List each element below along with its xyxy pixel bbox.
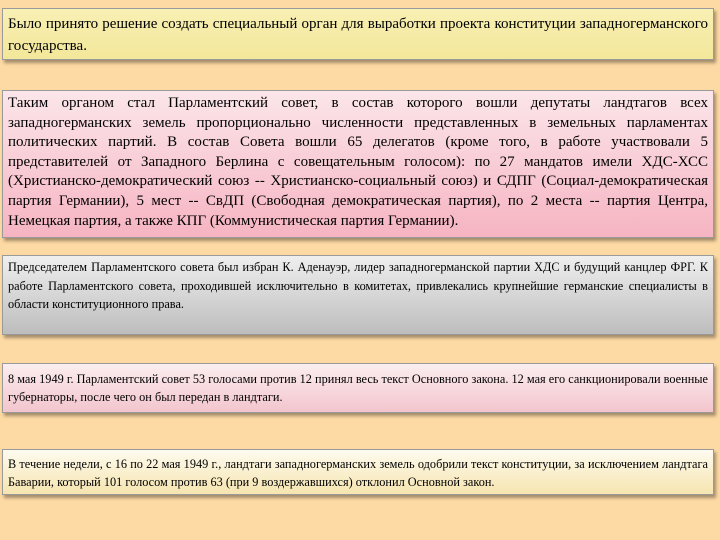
text-block-parliamentary-council-text: Таким органом стал Парламентский совет, … bbox=[8, 95, 708, 229]
text-block-adoption-text: 8 мая 1949 г. Парламентский совет 53 гол… bbox=[8, 372, 708, 404]
text-block-adoption: 8 мая 1949 г. Парламентский совет 53 гол… bbox=[2, 363, 714, 413]
text-block-parliamentary-council: Таким органом стал Парламентский совет, … bbox=[2, 90, 714, 238]
text-block-decision: Было принято решение создать специальный… bbox=[2, 8, 714, 60]
text-block-chairman-text: Председателем Парламентского совета был … bbox=[8, 260, 708, 311]
text-block-chairman: Председателем Парламентского совета был … bbox=[2, 255, 714, 335]
text-block-ratification-text: В течение недели, с 16 по 22 мая 1949 г.… bbox=[8, 457, 708, 489]
text-block-decision-text: Было принято решение создать специальный… bbox=[8, 16, 708, 54]
text-block-ratification: В течение недели, с 16 по 22 мая 1949 г.… bbox=[2, 449, 714, 495]
